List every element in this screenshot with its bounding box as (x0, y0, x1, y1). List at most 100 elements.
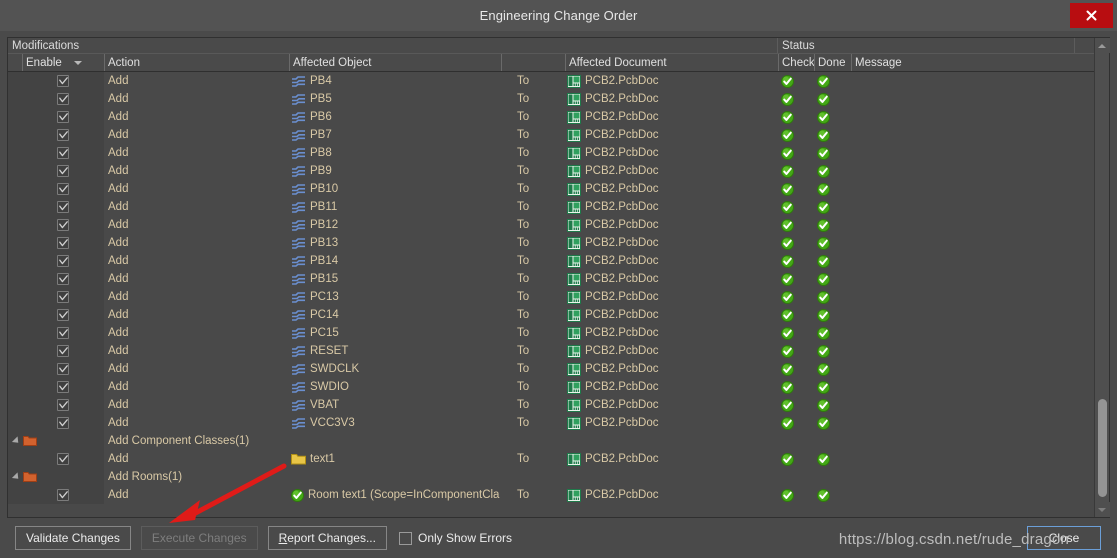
cell-done-status (814, 288, 851, 306)
enable-checkbox[interactable] (57, 345, 69, 357)
scrollbar-up-button[interactable] (1094, 38, 1110, 53)
table-row[interactable]: Add PB15 To PCB2.PcbDoc (8, 270, 1094, 288)
enable-checkbox[interactable] (57, 183, 69, 195)
window-close-button[interactable] (1070, 3, 1113, 28)
table-row[interactable]: Add PB12 To PCB2.PcbDoc (8, 216, 1094, 234)
enable-checkbox[interactable] (57, 75, 69, 87)
table-row[interactable]: Add text1 To PCB2.PcbDoc (8, 450, 1094, 468)
column-header-action[interactable]: Action (104, 54, 289, 71)
row-indent-cell[interactable] (8, 468, 22, 486)
table-row[interactable]: Add PB6 To PCB2.PcbDoc (8, 108, 1094, 126)
enable-checkbox-cell[interactable] (22, 360, 104, 378)
enable-checkbox[interactable] (57, 93, 69, 105)
enable-checkbox-cell[interactable] (22, 162, 104, 180)
enable-checkbox[interactable] (57, 453, 69, 465)
enable-checkbox[interactable] (57, 273, 69, 285)
table-row[interactable]: Add SWDIO To PCB2.PcbDoc (8, 378, 1094, 396)
close-dialog-button[interactable]: Close (1027, 526, 1101, 550)
enable-checkbox[interactable] (57, 147, 69, 159)
column-header-affected-object[interactable]: Affected Object (289, 54, 501, 71)
group-header-modifications[interactable]: Modifications (8, 38, 778, 53)
sort-descending-caret-icon[interactable] (74, 60, 82, 65)
enable-checkbox-cell[interactable] (22, 72, 104, 90)
report-changes-button[interactable]: Report Changes... (267, 526, 387, 550)
enable-checkbox-cell[interactable] (22, 108, 104, 126)
enable-checkbox[interactable] (57, 381, 69, 393)
column-header-affected-document[interactable]: Affected Document (565, 54, 778, 71)
enable-checkbox[interactable] (57, 237, 69, 249)
enable-checkbox[interactable] (57, 111, 69, 123)
enable-checkbox-cell[interactable] (22, 144, 104, 162)
table-row[interactable]: Add VBAT To PCB2.PcbDoc (8, 396, 1094, 414)
table-row[interactable]: Add PB8 To PCB2.PcbDoc (8, 144, 1094, 162)
validate-changes-button[interactable]: Validate Changes (15, 526, 131, 550)
cell-to: To (517, 489, 530, 501)
enable-checkbox[interactable] (57, 417, 69, 429)
table-row[interactable]: Add RESET To PCB2.PcbDoc (8, 342, 1094, 360)
table-row[interactable]: Add PB10 To PCB2.PcbDoc (8, 180, 1094, 198)
column-header-check[interactable]: Check (778, 54, 814, 71)
enable-checkbox-cell[interactable] (22, 180, 104, 198)
table-row[interactable]: Add SWDCLK To PCB2.PcbDoc (8, 360, 1094, 378)
collapse-triangle-icon[interactable] (11, 472, 22, 482)
enable-checkbox[interactable] (57, 291, 69, 303)
table-row[interactable]: Add PB14 To PCB2.PcbDoc (8, 252, 1094, 270)
enable-checkbox-cell[interactable] (22, 486, 104, 504)
execute-changes-button[interactable]: Execute Changes (140, 526, 258, 550)
enable-checkbox-cell[interactable] (22, 414, 104, 432)
grid-group-row[interactable]: Add Rooms(1) (8, 468, 1094, 486)
enable-checkbox-cell[interactable] (22, 90, 104, 108)
enable-checkbox[interactable] (57, 363, 69, 375)
table-row[interactable]: Add PB7 To PCB2.PcbDoc (8, 126, 1094, 144)
table-row[interactable]: Add VCC3V3 To PCB2.PcbDoc (8, 414, 1094, 432)
vertical-scrollbar[interactable] (1094, 38, 1110, 517)
scrollbar-thumb[interactable] (1097, 398, 1107, 498)
only-show-errors-checkbox[interactable]: Only Show Errors (398, 531, 512, 545)
scrollbar-down-button[interactable] (1094, 502, 1110, 517)
enable-checkbox[interactable] (57, 327, 69, 339)
column-header-message[interactable]: Message (851, 54, 1075, 71)
enable-checkbox[interactable] (57, 489, 69, 501)
enable-checkbox[interactable] (57, 255, 69, 267)
enable-checkbox-cell[interactable] (22, 324, 104, 342)
enable-checkbox-cell[interactable] (22, 198, 104, 216)
table-row[interactable]: Add PB13 To PCB2.PcbDoc (8, 234, 1094, 252)
table-row[interactable]: Add PB9 To PCB2.PcbDoc (8, 162, 1094, 180)
group-icon-cell[interactable] (22, 468, 104, 486)
grid-group-row[interactable]: Add Component Classes(1) (8, 432, 1094, 450)
enable-checkbox-cell[interactable] (22, 234, 104, 252)
enable-checkbox[interactable] (57, 219, 69, 231)
enable-checkbox[interactable] (57, 309, 69, 321)
enable-checkbox-cell[interactable] (22, 306, 104, 324)
enable-checkbox-cell[interactable] (22, 270, 104, 288)
enable-checkbox-cell[interactable] (22, 450, 104, 468)
collapse-triangle-icon[interactable] (11, 436, 22, 446)
row-indent-cell[interactable] (8, 432, 22, 450)
table-row[interactable]: Add PB11 To PCB2.PcbDoc (8, 198, 1094, 216)
table-row[interactable]: Add PC15 To PCB2.PcbDoc (8, 324, 1094, 342)
enable-checkbox[interactable] (57, 399, 69, 411)
column-header-done[interactable]: Done (814, 54, 851, 71)
pcb-document-icon (567, 110, 581, 124)
table-row[interactable]: Add PB5 To PCB2.PcbDoc (8, 90, 1094, 108)
table-row[interactable]: Add Room text1 (Scope=InComponentCla To PCB… (8, 486, 1094, 504)
enable-checkbox-cell[interactable] (22, 216, 104, 234)
column-header-enable[interactable]: Enable (22, 54, 104, 71)
table-row[interactable]: Add PC13 To PCB2.PcbDoc (8, 288, 1094, 306)
enable-checkbox[interactable] (57, 129, 69, 141)
enable-checkbox[interactable] (57, 201, 69, 213)
scrollbar-track[interactable] (1095, 53, 1110, 502)
enable-checkbox-cell[interactable] (22, 342, 104, 360)
enable-checkbox-cell[interactable] (22, 252, 104, 270)
enable-checkbox-cell[interactable] (22, 378, 104, 396)
orange-folder-icon (23, 472, 37, 482)
enable-checkbox-cell[interactable] (22, 396, 104, 414)
group-header-status[interactable]: Status (778, 38, 1075, 53)
enable-checkbox-cell[interactable] (22, 288, 104, 306)
table-row[interactable]: Add PB4 To PCB2.PcbDoc (8, 72, 1094, 90)
table-row[interactable]: Add PC14 To PCB2.PcbDoc (8, 306, 1094, 324)
enable-checkbox[interactable] (57, 165, 69, 177)
column-header-to[interactable] (501, 54, 565, 71)
group-icon-cell[interactable] (22, 432, 104, 450)
enable-checkbox-cell[interactable] (22, 126, 104, 144)
